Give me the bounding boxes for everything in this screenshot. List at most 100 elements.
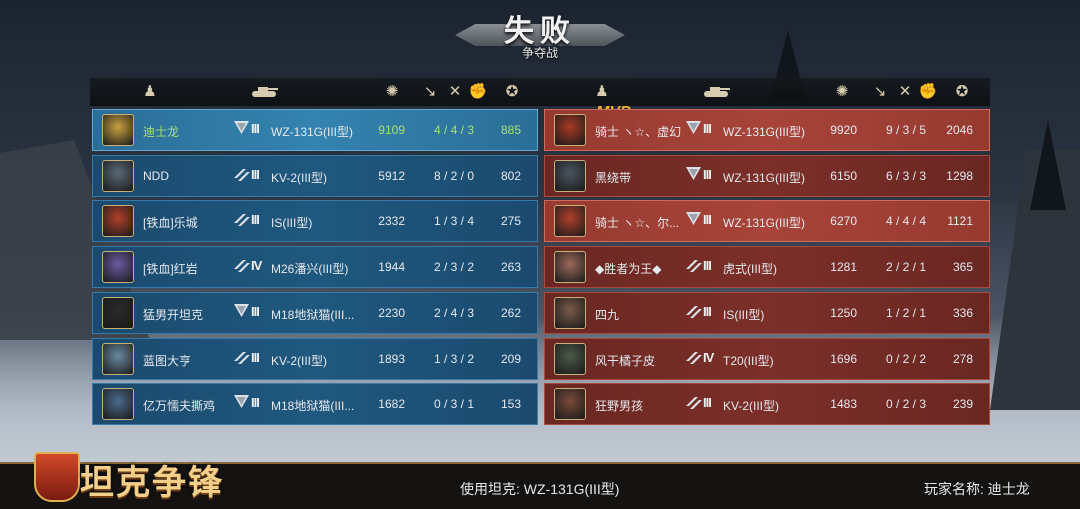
death-icon: ✕ (448, 83, 462, 100)
player-name-text: 玩家名称: 迪士龙 (924, 481, 1030, 497)
player-avatar (554, 296, 586, 329)
damage-value: 1281 (830, 260, 857, 275)
player-row[interactable]: 亿万懦夫撕鸡 III M18地狱猫(III... 1682 0 / 3 / 1 153 (92, 383, 538, 426)
points-value: 336 (952, 305, 973, 320)
score-icon: ✪ (505, 83, 519, 100)
game-logo-icon (34, 452, 80, 502)
tank-icon (250, 82, 278, 102)
points-value: 153 (500, 397, 521, 412)
damage-value: 2332 (378, 214, 405, 229)
points-value: 209 (500, 351, 521, 366)
damage-value: 5912 (378, 168, 405, 183)
player-row[interactable]: 风干橘子皮 IV T20(III型) 1696 0 / 2 / 2 278 (544, 337, 990, 380)
death-icon: ✕ (898, 83, 912, 100)
tank-name: 虎式(III型) (723, 262, 777, 277)
kda-value: 0 / 2 / 2 (885, 351, 927, 366)
points-value: 802 (500, 168, 521, 183)
tank-name: WZ-131G(III型) (723, 216, 806, 231)
tank-name: M26潘兴(III型) (271, 262, 349, 277)
tank-tier: III (251, 303, 260, 319)
kda-value: 1 / 2 / 1 (885, 305, 927, 320)
tank-tier: III (703, 258, 712, 274)
tank-tier: IV (251, 258, 262, 274)
tank-tier: III (703, 395, 712, 411)
tank-tier: III (251, 212, 260, 228)
rank-icon (234, 166, 250, 183)
player-avatar (554, 159, 586, 192)
player-name: 黑绕带 (595, 170, 632, 185)
damage-value: 1696 (830, 351, 857, 366)
tank-name: M18地狱猫(III... (271, 399, 355, 414)
points-value: 2046 (946, 123, 973, 137)
tank-name: KV-2(III型) (271, 353, 328, 368)
player-avatar (102, 296, 134, 329)
player-avatar (554, 388, 586, 421)
points-value: 365 (952, 260, 973, 275)
damage-value: 6270 (830, 214, 857, 229)
player-name: NDD (143, 168, 169, 183)
rank-icon (686, 257, 702, 274)
tree (1030, 120, 1066, 210)
rank-icon (686, 349, 702, 366)
points-value: 262 (500, 305, 521, 320)
assist-icon: ✊ (468, 83, 488, 100)
player-avatar (102, 342, 134, 375)
player-row[interactable]: 四九 III IS(III型) 1250 1 / 2 / 1 336 (544, 291, 990, 334)
kda-value: 2 / 3 / 2 (433, 260, 475, 275)
player-avatar (102, 114, 134, 146)
tank-tier: III (703, 166, 712, 182)
player-name: 猛男开坦克 (143, 307, 204, 322)
kda-value: 1 / 3 / 4 (433, 214, 475, 229)
damage-value: 1893 (378, 351, 405, 366)
tank-name: WZ-131G(III型) (723, 125, 806, 139)
player-row[interactable]: 骑士 ヽ☆、虚幻 III WZ-131G(III型) 9920 9 / 3 / 5 204… (544, 109, 990, 151)
player-row[interactable]: 骑士 ヽ☆、尔... III WZ-131G(III型) 6270 4 / 4 / 4 1… (544, 200, 990, 243)
kda-value: 8 / 2 / 0 (433, 168, 475, 183)
kill-icon: ↘ (423, 83, 437, 100)
player-row[interactable]: [铁血]乐城 III IS(III型) 2332 1 / 3 / 4 275 (92, 200, 538, 243)
player-avatar (554, 342, 586, 375)
player-row[interactable]: NDD III KV-2(III型) 5912 8 / 2 / 0 802 (92, 154, 538, 197)
rank-icon (234, 394, 249, 411)
player-name: 四九 (595, 307, 620, 322)
rank-icon (234, 303, 249, 320)
damage-value: 1250 (830, 305, 857, 320)
player-icon: ♟ (595, 83, 609, 100)
player-name: 骑士 ヽ☆、尔... (595, 216, 680, 231)
tank-name: KV-2(III型) (723, 399, 780, 414)
player-row[interactable]: 狂野男孩 III KV-2(III型) 1483 0 / 2 / 3 239 (544, 383, 990, 426)
player-row[interactable]: [铁血]红岩 IV M26潘兴(III型) 1944 2 / 3 / 2 263 (92, 246, 538, 289)
points-value: 278 (952, 351, 973, 366)
player-avatar (554, 114, 586, 146)
tank-used-text: 使用坦克: WZ-131G(III型) (460, 481, 620, 497)
player-row[interactable]: 猛男开坦克 III M18地狱猫(III... 2230 2 / 4 / 3 262 (92, 291, 538, 334)
kda-value: 4 / 4 / 3 (433, 123, 475, 137)
tank-tier: III (703, 303, 712, 319)
player-row[interactable]: ◆胜者为王◆ III 虎式(III型) 1281 2 / 2 / 1 365 (544, 246, 990, 289)
player-row[interactable]: 黑绕带 III WZ-131G(III型) 6150 6 / 3 / 3 1298 (544, 154, 990, 197)
player-avatar (102, 205, 134, 238)
player-row[interactable]: 蓝图大亨 III KV-2(III型) 1893 1 / 3 / 2 209 (92, 337, 538, 380)
tank-tier: III (703, 212, 712, 228)
points-value: 1298 (946, 168, 973, 183)
tank-tier: III (251, 395, 260, 411)
tank-tier: IV (703, 349, 714, 365)
damage-value: 9920 (830, 123, 857, 137)
rank-icon (686, 394, 702, 411)
points-value: 1121 (947, 214, 973, 229)
player-name: [铁血]红岩 (143, 262, 198, 277)
damage-value: 1944 (378, 260, 405, 275)
kda-value: 2 / 4 / 3 (433, 305, 475, 320)
score-icon: ✪ (955, 83, 969, 100)
points-value: 885 (500, 123, 521, 137)
damage-value: 9109 (378, 123, 405, 137)
rank-icon (686, 166, 701, 183)
result-title-banner: 失败 争夺战 (455, 4, 625, 66)
tank-icon (702, 82, 730, 102)
damage-icon: ✺ (835, 83, 849, 100)
kda-value: 0 / 2 / 3 (885, 397, 927, 412)
player-name: 骑士 ヽ☆、虚幻 (595, 125, 682, 139)
player-name: 迪士龙 (143, 125, 180, 139)
player-row[interactable]: 迪士龙 III WZ-131G(III型) 9109 4 / 4 / 3 885 (92, 109, 538, 151)
tank-tier: III (251, 121, 260, 136)
